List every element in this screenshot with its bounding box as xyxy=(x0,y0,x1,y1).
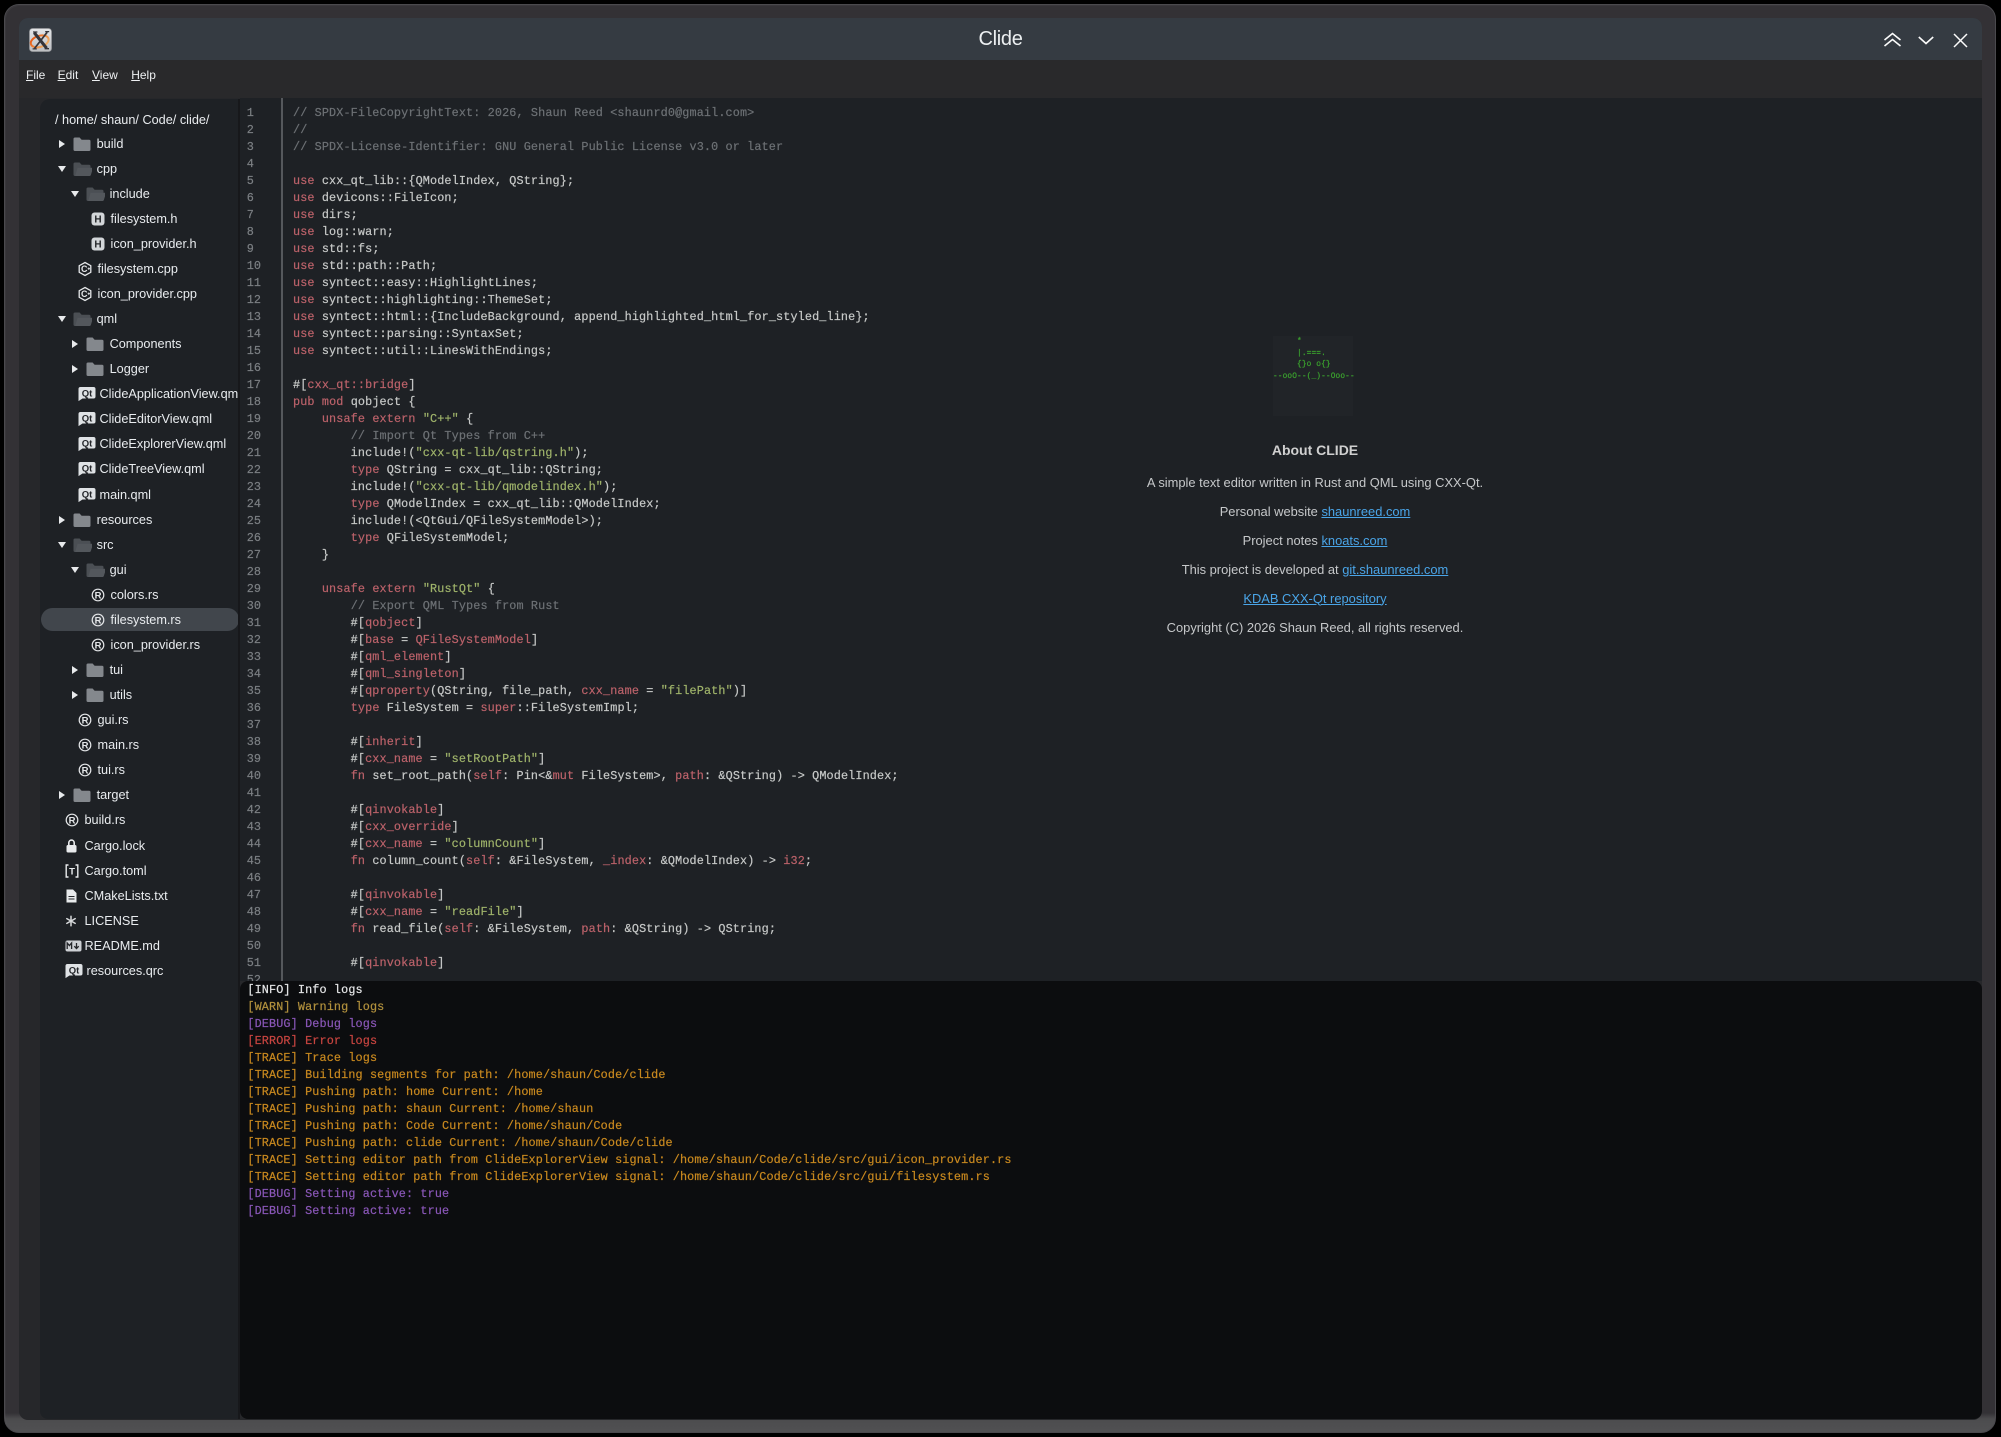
svg-text:Qt: Qt xyxy=(81,464,92,475)
svg-text:C: C xyxy=(81,264,88,274)
svg-text:Qt: Qt xyxy=(81,388,92,399)
svg-text:R: R xyxy=(68,816,75,827)
svg-text:Qt: Qt xyxy=(81,439,92,450)
svg-text:Qt: Qt xyxy=(68,965,79,976)
svg-text:C: C xyxy=(81,289,88,299)
svg-text:R: R xyxy=(81,716,88,727)
svg-text:R: R xyxy=(94,615,101,626)
svg-text:H: H xyxy=(94,214,101,225)
svg-text:R: R xyxy=(81,741,88,752)
svg-text:Qt: Qt xyxy=(81,414,92,425)
svg-text:R: R xyxy=(94,590,101,601)
svg-text:T: T xyxy=(69,866,75,877)
svg-text:H: H xyxy=(94,239,101,250)
svg-text:R: R xyxy=(81,766,88,777)
svg-text:R: R xyxy=(94,640,101,651)
svg-text:Qt: Qt xyxy=(81,489,92,500)
